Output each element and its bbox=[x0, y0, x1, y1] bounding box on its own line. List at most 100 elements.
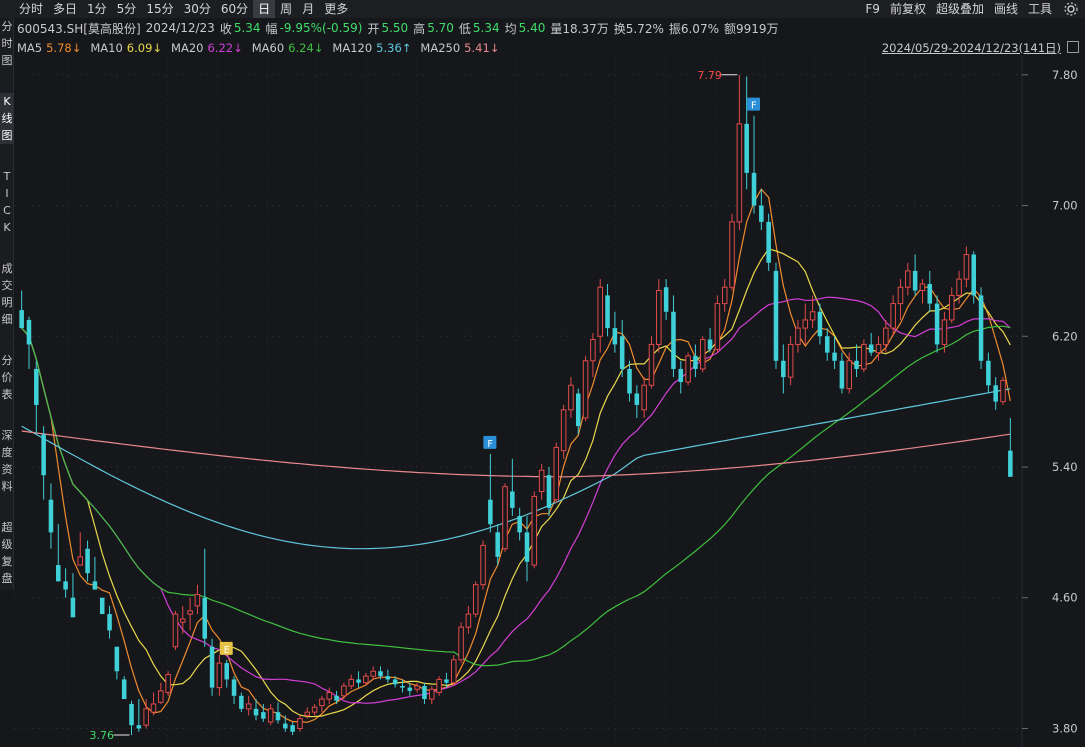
view-sidebar: 分时图 K线图 TICK 成交明细分价表深度资料超级复盘 bbox=[0, 18, 14, 590]
candle-body-up bbox=[326, 692, 333, 700]
kline-chart[interactable]: 7.80 7.00 6.20 5.40 4.60 3.80 7.79 3.76 F E F bbox=[14, 57, 1085, 747]
high-label: 高 bbox=[413, 21, 426, 36]
candle-body-up bbox=[436, 678, 442, 694]
quote-info-bar: 600543.SH[莫高股份] 2024/12/23 收 5.34 幅 -9.9… bbox=[17, 19, 784, 37]
candle-body-down bbox=[356, 679, 361, 683]
ma-legend: MA5 5.78↓ MA10 6.09↓ MA20 6.22↓ MA60 6.24↓ MA120… bbox=[17, 40, 508, 56]
candle-body-up bbox=[919, 283, 926, 292]
candle-body-up bbox=[1000, 379, 1006, 403]
candle-body-down bbox=[488, 499, 493, 525]
sidebar-item-4[interactable]: 分价表 bbox=[0, 352, 14, 403]
candle-body-up bbox=[897, 286, 904, 305]
candle-body-down bbox=[114, 646, 120, 672]
candle-body-up bbox=[875, 343, 882, 354]
candle-body-down bbox=[1008, 450, 1013, 477]
toolbar-right-item-0[interactable]: F9 bbox=[860, 0, 885, 18]
candle-body-down bbox=[70, 597, 76, 618]
candle-body-up bbox=[590, 339, 596, 362]
low-value: 5.34 bbox=[472, 21, 500, 35]
candle-body-down bbox=[986, 360, 991, 386]
sidebar-item-5[interactable]: 深度资料 bbox=[0, 427, 14, 495]
event-marker-label: F bbox=[751, 101, 756, 112]
candle-body-down bbox=[19, 310, 24, 329]
candle-body-down bbox=[759, 205, 764, 222]
candle-body-up bbox=[729, 221, 735, 288]
sidebar-item-2[interactable]: TICK bbox=[0, 168, 14, 236]
y-tick-label: 4.60 bbox=[1052, 591, 1078, 605]
period-tab-6[interactable]: 60分 bbox=[216, 0, 253, 18]
period-tab-4[interactable]: 15分 bbox=[141, 0, 178, 18]
candle-body-down bbox=[407, 687, 413, 691]
candle-body-down bbox=[751, 172, 757, 206]
candle-body-down bbox=[510, 491, 515, 508]
turnover-value: 换5.72% bbox=[613, 21, 664, 36]
candle-body-down bbox=[239, 695, 244, 709]
candle-body-down bbox=[290, 725, 295, 732]
period-tab-7[interactable]: 日 bbox=[253, 0, 276, 18]
sidebar-item-3[interactable]: 成交明细 bbox=[0, 260, 14, 328]
candle-body-up bbox=[311, 706, 318, 713]
candle-body-up bbox=[963, 254, 970, 280]
period-tab-3[interactable]: 5分 bbox=[112, 0, 142, 18]
candle-body-up bbox=[787, 343, 794, 378]
candle-body-down bbox=[385, 676, 391, 680]
candle-body-down bbox=[766, 221, 771, 263]
candle-body-up bbox=[802, 319, 809, 329]
candle-body-up bbox=[143, 708, 149, 726]
candle-body-down bbox=[92, 581, 98, 590]
candle-body-up bbox=[597, 286, 603, 337]
sidebar-item-1[interactable]: K线图 bbox=[0, 93, 14, 144]
amount-value: 额9919万 bbox=[723, 21, 779, 36]
period-tab-8[interactable]: 周 bbox=[275, 0, 297, 18]
candle-body-up bbox=[304, 711, 311, 716]
candle-body-up bbox=[809, 311, 816, 321]
period-tab-5[interactable]: 30分 bbox=[179, 0, 216, 18]
candle-body-up bbox=[568, 384, 574, 411]
y-tick-label: 3.80 bbox=[1052, 721, 1078, 735]
candle-body-up bbox=[721, 286, 728, 305]
candle-body-up bbox=[414, 685, 420, 690]
toolbar-right-item-2[interactable]: 超级叠加 bbox=[931, 0, 989, 18]
candle-body-down bbox=[707, 339, 713, 350]
toolbar-right-group: F9 前复权 超级叠加 画线 工具 bbox=[860, 0, 1085, 18]
sidebar-item-0[interactable]: 分时图 bbox=[0, 18, 14, 69]
candle-body-up bbox=[795, 327, 801, 345]
date-range-link[interactable]: 2024/05/29-2024/12/23(141日) bbox=[882, 40, 1061, 56]
high-price-label: 7.79 bbox=[697, 69, 722, 82]
ma-label-4: MA120 bbox=[332, 41, 373, 55]
candle-body-up bbox=[648, 343, 655, 386]
close-value: 5.34 bbox=[233, 21, 261, 35]
candle-body-up bbox=[685, 355, 691, 383]
candle-body-down bbox=[912, 270, 918, 291]
expand-icon[interactable] bbox=[1067, 41, 1079, 53]
toolbar-right-item-4[interactable]: 工具 bbox=[1023, 0, 1057, 18]
ma-line-ma5 bbox=[21, 188, 1011, 723]
candle-body-down bbox=[524, 532, 530, 562]
candle-body-down bbox=[224, 663, 229, 680]
candle-body-up bbox=[150, 703, 157, 713]
settings-icon[interactable] bbox=[1057, 0, 1085, 18]
candle-body-down bbox=[48, 499, 54, 533]
candle-body-down bbox=[107, 614, 112, 631]
open-value: 5.50 bbox=[381, 21, 409, 35]
period-tab-0[interactable]: 分时 bbox=[14, 0, 48, 18]
candle-body-up bbox=[480, 544, 486, 586]
period-tab-1[interactable]: 多日 bbox=[48, 0, 82, 18]
candle-body-up bbox=[846, 360, 852, 390]
toolbar-right-item-1[interactable]: 前复权 bbox=[885, 0, 931, 18]
candle-body-up bbox=[297, 718, 303, 729]
y-tick-label: 6.20 bbox=[1052, 329, 1078, 343]
candle-body-up bbox=[172, 613, 179, 648]
period-tab-9[interactable]: 月 bbox=[297, 0, 319, 18]
candle-body-down bbox=[275, 712, 281, 721]
candle-body-down bbox=[868, 344, 874, 353]
period-tab-2[interactable]: 1分 bbox=[82, 0, 112, 18]
ma-value-0: 5.78↓ bbox=[46, 41, 82, 55]
ma-label-0: MA5 bbox=[17, 41, 43, 55]
period-tab-10[interactable]: 更多 bbox=[319, 0, 353, 18]
y-tick-label: 7.00 bbox=[1052, 199, 1078, 213]
sidebar-item-6[interactable]: 超级复盘 bbox=[0, 519, 14, 587]
toolbar-right-item-3[interactable]: 画线 bbox=[989, 0, 1023, 18]
ma-label-1: MA10 bbox=[90, 41, 123, 55]
candle-body-down bbox=[612, 328, 618, 345]
